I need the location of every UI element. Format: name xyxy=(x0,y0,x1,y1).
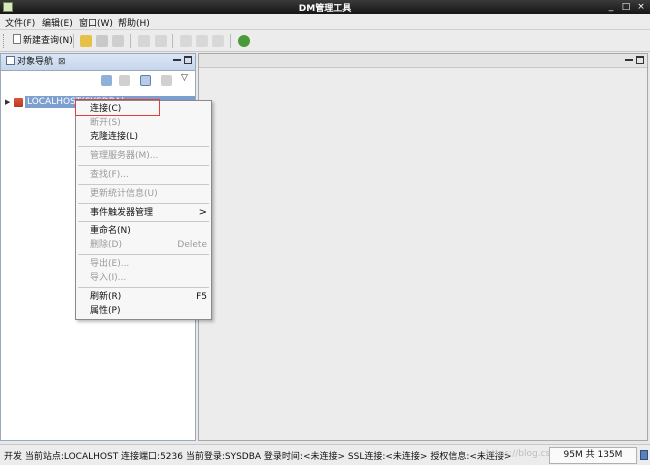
menu-item-disconnect[interactable]: 断开(S) xyxy=(76,116,211,130)
new-query-icon xyxy=(13,34,21,44)
toolbar-separator xyxy=(73,34,74,48)
pane-maximize-icon[interactable] xyxy=(184,56,192,64)
expand-arrow-icon[interactable]: ▶ xyxy=(5,98,10,106)
garbage-collect-icon[interactable] xyxy=(640,450,648,460)
menu-item-delete[interactable]: 删除(D) Delete xyxy=(76,238,211,252)
shortcut-f5: F5 xyxy=(196,292,207,302)
undo-icon[interactable] xyxy=(138,35,150,47)
save-all-icon[interactable] xyxy=(112,35,124,47)
menu-divider xyxy=(78,203,209,204)
menu-divider xyxy=(78,254,209,255)
menu-divider xyxy=(78,221,209,222)
new-connection-icon[interactable] xyxy=(140,75,151,86)
menu-divider xyxy=(78,146,209,147)
context-menu: 连接(C) 断开(S) 克隆连接(L) 管理服务器(M)... 查找(F)...… xyxy=(75,100,212,320)
paste-icon[interactable] xyxy=(212,35,224,47)
menu-help[interactable]: 帮助(H) xyxy=(118,16,150,29)
pane-minimize-icon[interactable] xyxy=(173,56,181,61)
menu-item-refresh[interactable]: 刷新(R) F5 xyxy=(76,290,211,304)
toolbar-separator xyxy=(130,34,131,48)
menu-divider xyxy=(78,184,209,185)
new-query-button[interactable]: 新建查询(N) xyxy=(10,33,76,49)
menu-window[interactable]: 窗口(W) xyxy=(79,16,113,29)
editor-area xyxy=(198,53,648,441)
submenu-arrow-icon: > xyxy=(198,207,207,218)
tab-label: 对象导航 xyxy=(17,57,54,67)
status-bar: 开发 当前站点:LOCALHOST 连接端口:5236 当前登录:SYSDBA … xyxy=(0,444,650,465)
heap-status: 95M 共 135M xyxy=(549,447,637,464)
new-query-label: 新建查询(N) xyxy=(23,36,73,46)
minimize-button[interactable]: _ xyxy=(604,0,618,14)
editor-area-header xyxy=(199,54,647,68)
navigator-icon xyxy=(6,56,15,65)
menu-item-rename[interactable]: 重命名(N) xyxy=(76,224,211,238)
menu-file[interactable]: 文件(F) xyxy=(5,16,35,29)
menu-item-find[interactable]: 查找(F)... xyxy=(76,168,211,182)
cut-icon[interactable] xyxy=(180,35,192,47)
close-button[interactable]: × xyxy=(634,0,648,14)
menu-item-update-statistics[interactable]: 更新统计信息(U) xyxy=(76,187,211,201)
navigator-subtoolbar: ▽ xyxy=(1,71,195,89)
open-icon[interactable] xyxy=(80,35,92,47)
menu-item-clone-connection[interactable]: 克隆连接(L) xyxy=(76,130,211,144)
shortcut-delete: Delete xyxy=(177,240,207,250)
redo-icon[interactable] xyxy=(155,35,167,47)
object-navigator-tabbar: 对象导航 ⊠ xyxy=(1,54,195,71)
editor-minimize-icon[interactable] xyxy=(625,56,633,61)
tab-close-icon[interactable]: ⊠ xyxy=(58,57,66,67)
window-title: DM管理工具 xyxy=(298,4,352,14)
save-icon[interactable] xyxy=(96,35,108,47)
menu-item-manage-server[interactable]: 管理服务器(M)... xyxy=(76,149,211,163)
filter-icon[interactable] xyxy=(161,75,172,86)
menu-item-export[interactable]: 导出(E)... xyxy=(76,257,211,271)
debug-icon[interactable] xyxy=(238,35,250,47)
disconnect-icon[interactable] xyxy=(119,75,130,86)
copy-icon[interactable] xyxy=(196,35,208,47)
title-bar: DM管理工具 _ □ × xyxy=(0,0,650,14)
menu-item-properties[interactable]: 属性(P) xyxy=(76,304,211,318)
toolbar-separator xyxy=(172,34,173,48)
menu-divider xyxy=(78,287,209,288)
menu-item-event-trigger-management[interactable]: 事件触发器管理 > xyxy=(76,206,211,220)
menu-bar: 文件(F) 编辑(E) 窗口(W) 帮助(H) xyxy=(0,14,650,30)
annotation-highlight-box xyxy=(75,99,160,116)
menu-divider xyxy=(78,165,209,166)
editor-maximize-icon[interactable] xyxy=(636,56,644,64)
menu-item-import[interactable]: 导入(I)... xyxy=(76,271,211,285)
toolbar-grip xyxy=(3,34,6,48)
tab-object-navigator[interactable]: 对象导航 ⊠ xyxy=(3,55,69,70)
maximize-button[interactable]: □ xyxy=(619,0,633,14)
connect-icon[interactable] xyxy=(101,75,112,86)
toolbar-separator xyxy=(230,34,231,48)
view-menu-icon[interactable]: ▽ xyxy=(181,73,192,84)
status-text: 开发 当前站点:LOCALHOST 连接端口:5236 当前登录:SYSDBA … xyxy=(4,452,512,462)
database-server-icon xyxy=(14,98,23,107)
toolbar: 新建查询(N) xyxy=(0,30,650,52)
menu-edit[interactable]: 编辑(E) xyxy=(42,16,73,29)
